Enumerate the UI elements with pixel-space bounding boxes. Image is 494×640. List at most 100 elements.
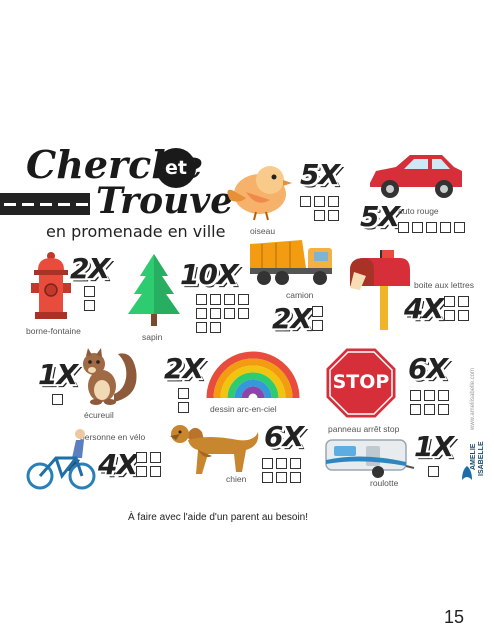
checkbox[interactable] bbox=[210, 308, 221, 319]
checkbox[interactable] bbox=[150, 452, 161, 463]
label-stop: panneau arrêt stop bbox=[328, 424, 400, 434]
checkbox[interactable] bbox=[136, 466, 147, 477]
count-ecureuil: 1X bbox=[38, 358, 78, 391]
checkbox[interactable] bbox=[428, 466, 439, 477]
brand-name2: ISABELLE bbox=[478, 441, 485, 476]
checkboxes-borne bbox=[84, 286, 95, 311]
checkbox[interactable] bbox=[290, 472, 301, 483]
checkbox[interactable] bbox=[410, 390, 421, 401]
checkbox[interactable] bbox=[312, 306, 323, 317]
pine-tree-icon bbox=[128, 254, 180, 326]
stop-sign-text: STOP bbox=[332, 371, 390, 393]
checkboxes-stop bbox=[410, 390, 449, 415]
title-trouve: Trouve bbox=[96, 180, 234, 222]
count-camion: 2X bbox=[272, 302, 312, 335]
checkbox[interactable] bbox=[178, 402, 189, 413]
checkbox[interactable] bbox=[398, 222, 409, 233]
checkboxes-auto bbox=[398, 222, 465, 233]
checkbox[interactable] bbox=[276, 472, 287, 483]
fire-hydrant-icon bbox=[31, 252, 71, 319]
dog-icon bbox=[170, 425, 259, 474]
red-car-icon bbox=[370, 155, 462, 198]
checkbox[interactable] bbox=[328, 210, 339, 221]
caravan-icon bbox=[325, 439, 415, 478]
checkbox[interactable] bbox=[458, 310, 469, 321]
bird-icon bbox=[227, 166, 292, 221]
checkbox[interactable] bbox=[276, 458, 287, 469]
checkbox[interactable] bbox=[178, 388, 189, 399]
count-borne: 2X bbox=[70, 252, 110, 285]
checkbox[interactable] bbox=[210, 322, 221, 333]
checkboxes-roulotte bbox=[428, 466, 439, 477]
checkbox[interactable] bbox=[454, 222, 465, 233]
label-boite: boite aux lettres bbox=[414, 280, 475, 290]
rainbow-icon bbox=[206, 351, 300, 399]
checkbox[interactable] bbox=[196, 308, 207, 319]
cyclist-icon bbox=[26, 429, 96, 490]
checkbox[interactable] bbox=[262, 472, 273, 483]
count-stop: 6X bbox=[408, 352, 448, 385]
label-borne: borne-fontaine bbox=[26, 326, 81, 336]
checkboxes-camion bbox=[312, 306, 323, 331]
checkbox[interactable] bbox=[84, 300, 95, 311]
page-number: 15 bbox=[444, 607, 465, 627]
checkbox[interactable] bbox=[314, 196, 325, 207]
count-arc: 2X bbox=[164, 352, 204, 385]
count-roulotte: 1X bbox=[414, 430, 454, 463]
checkboxes-boite bbox=[444, 296, 469, 321]
checkbox[interactable] bbox=[300, 196, 311, 207]
label-ecureuil: écureuil bbox=[84, 410, 114, 420]
brand-name1: AMELIE bbox=[470, 443, 477, 470]
checkbox[interactable] bbox=[238, 294, 249, 305]
checkboxes-ecureuil bbox=[52, 394, 63, 405]
checkbox[interactable] bbox=[438, 404, 449, 415]
checkboxes-velo bbox=[136, 452, 161, 477]
checkbox[interactable] bbox=[312, 320, 323, 331]
checkbox[interactable] bbox=[458, 296, 469, 307]
checkbox[interactable] bbox=[314, 210, 325, 221]
checkbox[interactable] bbox=[210, 294, 221, 305]
squirrel-icon bbox=[83, 348, 137, 405]
label-sapin: sapin bbox=[142, 332, 163, 342]
count-oiseau: 5X bbox=[300, 158, 340, 191]
count-velo: 4X bbox=[98, 448, 138, 481]
brand-website: www.ameliisabelle.com bbox=[470, 367, 476, 430]
checkbox[interactable] bbox=[440, 222, 451, 233]
checkbox[interactable] bbox=[52, 394, 63, 405]
checkbox[interactable] bbox=[412, 222, 423, 233]
checkbox[interactable] bbox=[136, 452, 147, 463]
checkboxes-sapin bbox=[196, 294, 249, 333]
checkbox[interactable] bbox=[424, 390, 435, 401]
label-roulotte: roulotte bbox=[370, 478, 399, 488]
checkbox[interactable] bbox=[224, 294, 235, 305]
checkbox[interactable] bbox=[262, 458, 273, 469]
footer-note: À faire avec l'aide d'un parent au besoi… bbox=[127, 512, 309, 523]
title-subtitle: en promenade en ville bbox=[46, 222, 226, 241]
count-boite: 4X bbox=[404, 292, 444, 325]
checkboxes-oiseau bbox=[300, 196, 339, 221]
checkbox[interactable] bbox=[224, 308, 235, 319]
checkbox[interactable] bbox=[150, 466, 161, 477]
label-camion: camion bbox=[286, 290, 314, 300]
checkbox[interactable] bbox=[424, 404, 435, 415]
checkbox[interactable] bbox=[196, 322, 207, 333]
checkbox[interactable] bbox=[238, 308, 249, 319]
checkbox[interactable] bbox=[444, 310, 455, 321]
label-chien: chien bbox=[226, 474, 247, 484]
checkboxes-chien bbox=[262, 458, 301, 483]
checkbox[interactable] bbox=[438, 390, 449, 401]
checkbox[interactable] bbox=[426, 222, 437, 233]
checkbox[interactable] bbox=[410, 404, 421, 415]
checkboxes-arc bbox=[178, 388, 189, 413]
road-icon bbox=[0, 193, 90, 215]
label-arc: dessin arc-en-ciel bbox=[210, 404, 277, 414]
checkbox[interactable] bbox=[328, 196, 339, 207]
title-et: et bbox=[165, 157, 187, 179]
count-auto: 5X bbox=[360, 200, 400, 233]
dump-truck-icon bbox=[250, 240, 332, 285]
label-oiseau: oiseau bbox=[250, 226, 276, 236]
checkbox[interactable] bbox=[84, 286, 95, 297]
checkbox[interactable] bbox=[290, 458, 301, 469]
checkbox[interactable] bbox=[444, 296, 455, 307]
checkbox[interactable] bbox=[196, 294, 207, 305]
